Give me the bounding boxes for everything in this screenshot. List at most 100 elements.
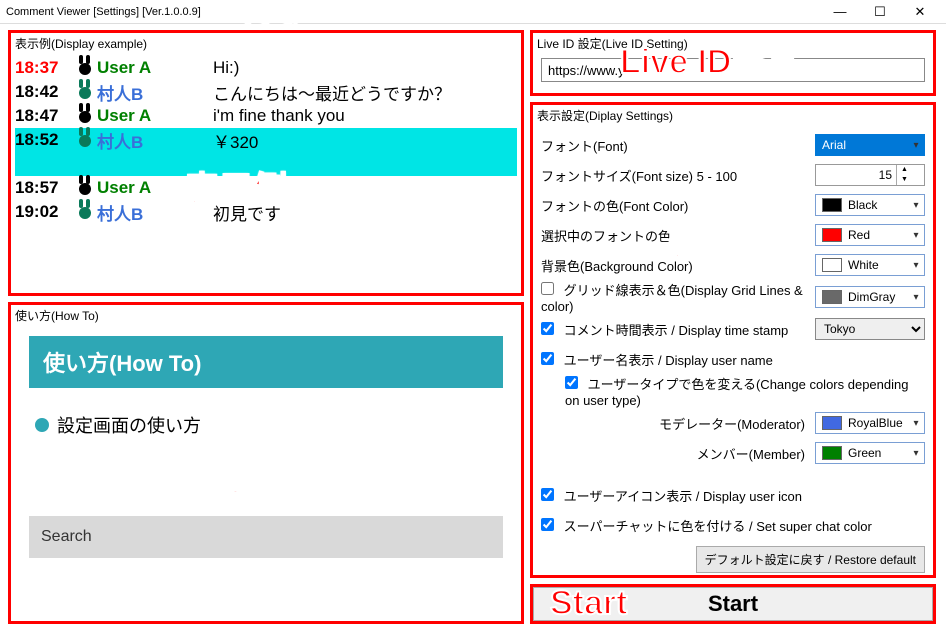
bunny-icon	[78, 81, 92, 99]
user-icon	[73, 81, 97, 104]
comment-user: 村人B	[97, 80, 213, 105]
comment-row	[15, 152, 517, 176]
close-button[interactable]: ✕	[900, 0, 940, 24]
user-icon-label: ユーザーアイコン表示 / Display user icon	[564, 489, 802, 504]
comment-user: 村人B	[97, 200, 213, 225]
howto-subheading-row: 設定画面の使い方	[35, 412, 497, 438]
color-swatch	[822, 416, 842, 430]
bg-color-label: 背景色(Background Color)	[541, 256, 815, 275]
display-settings-panel: 表示設定(Diplay Settings) フォント(Font) Arial ▾…	[530, 102, 936, 578]
bunny-icon	[78, 177, 92, 195]
start-panel: Start	[530, 584, 936, 624]
start-button[interactable]: Start	[533, 587, 933, 621]
display-settings-title: 表示設定(Diplay Settings)	[533, 105, 933, 126]
comment-row: 19:02 村人B初見です	[15, 200, 517, 224]
font-size-input[interactable]: ▲▼	[815, 164, 925, 186]
display-example-panel: 表示例(Display example) 18:37User AHi:)18:4…	[8, 30, 524, 296]
bullet-icon	[35, 418, 49, 432]
comment-user: User A	[97, 178, 213, 198]
font-size-label: フォントサイズ(Font size) 5 - 100	[541, 166, 815, 185]
usertype-color-checkbox[interactable]	[565, 376, 578, 389]
live-id-panel: Live ID 設定(Live ID Setting)	[530, 30, 936, 96]
comment-user: 村人B	[97, 128, 213, 153]
comment-row: 18:37 User AHi:)	[15, 56, 517, 80]
color-swatch	[822, 198, 842, 212]
font-color-label: フォントの色(Font Color)	[541, 196, 815, 215]
howto-subheading: 設定画面の使い方	[57, 412, 201, 438]
chevron-down-icon: ▾	[908, 418, 924, 429]
comment-time: 19:02	[15, 202, 73, 222]
howto-search-input[interactable]: Search	[29, 516, 503, 558]
font-label: フォント(Font)	[541, 136, 815, 155]
font-color-select[interactable]: Black ▾	[815, 194, 925, 216]
color-swatch	[822, 446, 842, 460]
comment-row: 18:57 User A	[15, 176, 517, 200]
timestamp-label: コメント時間表示 / Display time stamp	[564, 323, 789, 338]
bunny-icon	[78, 57, 92, 75]
howto-panel: 使い方(How To) 使い方(How To) 設定画面の使い方 Search	[8, 302, 524, 624]
chevron-down-icon: ▾	[908, 292, 924, 303]
titlebar: Comment Viewer [Settings] [Ver.1.0.0.9] …	[0, 0, 946, 24]
comment-time: 18:37	[15, 58, 73, 78]
comment-time: 18:57	[15, 178, 73, 198]
superchat-checkbox[interactable]	[541, 518, 554, 531]
comment-message: こんにちは～最近どうですか？	[213, 80, 517, 105]
comment-message: Hi:)	[213, 58, 517, 78]
user-icon	[73, 57, 97, 80]
live-id-input[interactable]	[541, 58, 925, 82]
display-example-title: 表示例(Display example)	[11, 33, 521, 54]
user-icon	[73, 177, 97, 200]
timestamp-tz-select[interactable]: Tokyo	[815, 318, 925, 340]
window-title: Comment Viewer [Settings] [Ver.1.0.0.9]	[6, 6, 201, 18]
comment-time: 18:42	[15, 82, 73, 102]
bunny-icon	[78, 201, 92, 219]
comment-time: 18:52	[15, 130, 73, 150]
color-swatch	[822, 258, 842, 272]
selected-font-color-select[interactable]: Red ▾	[815, 224, 925, 246]
live-id-title: Live ID 設定(Live ID Setting)	[533, 33, 933, 54]
comment-row: 18:47 User Ai'm fine thank you	[15, 104, 517, 128]
chevron-down-icon: ▾	[908, 200, 924, 211]
bunny-icon	[78, 129, 92, 147]
bunny-icon	[78, 105, 92, 123]
spin-up-icon[interactable]: ▲	[897, 165, 912, 175]
user-icon-checkbox[interactable]	[541, 488, 554, 501]
comment-list: 18:37User AHi:)18:42村人Bこんにちは～最近どうですか？18:…	[11, 54, 521, 226]
comment-time: 18:47	[15, 106, 73, 126]
howto-title: 使い方(How To)	[11, 305, 521, 326]
bg-color-select[interactable]: White ▾	[815, 254, 925, 276]
moderator-color-select[interactable]: RoyalBlue ▾	[815, 412, 925, 434]
grid-lines-checkbox[interactable]	[541, 282, 554, 295]
comment-message: i'm fine thank you	[213, 106, 517, 126]
moderator-label: モデレーター(Moderator)	[541, 414, 815, 433]
color-swatch	[822, 290, 842, 304]
member-color-select[interactable]: Green ▾	[815, 442, 925, 464]
member-label: メンバー(Member)	[541, 444, 815, 463]
font-select[interactable]: Arial ▾	[815, 134, 925, 156]
comment-row: 18:42 村人Bこんにちは～最近どうですか？	[15, 80, 517, 104]
user-icon	[73, 201, 97, 224]
comment-user: User A	[97, 106, 213, 126]
maximize-button[interactable]: ☐	[860, 0, 900, 24]
user-icon	[73, 129, 97, 152]
chevron-down-icon: ▾	[908, 230, 924, 241]
selected-font-color-label: 選択中のフォントの色	[541, 226, 815, 245]
user-icon	[73, 105, 97, 128]
superchat-label: スーパーチャットに色を付ける / Set super chat color	[564, 519, 872, 534]
comment-user: User A	[97, 58, 213, 78]
spin-down-icon[interactable]: ▼	[897, 175, 912, 185]
howto-heading: 使い方(How To)	[29, 336, 503, 388]
grid-lines-label: グリッド線表示＆色(Display Grid Lines & color)	[541, 283, 803, 314]
chevron-down-icon: ▾	[908, 140, 924, 151]
grid-color-select[interactable]: DimGray ▾	[815, 286, 925, 308]
comment-message: ￥320	[213, 128, 517, 153]
minimize-button[interactable]: —	[820, 0, 860, 24]
timestamp-checkbox[interactable]	[541, 322, 554, 335]
chevron-down-icon: ▾	[908, 260, 924, 271]
restore-default-button[interactable]: デフォルト設定に戻す / Restore default	[696, 546, 925, 573]
username-checkbox[interactable]	[541, 352, 554, 365]
comment-message: 初見です	[213, 200, 517, 225]
usertype-color-label: ユーザータイプで色を変える(Change colors depending on…	[565, 377, 908, 408]
color-swatch	[822, 228, 842, 242]
username-label: ユーザー名表示 / Display user name	[564, 353, 773, 368]
